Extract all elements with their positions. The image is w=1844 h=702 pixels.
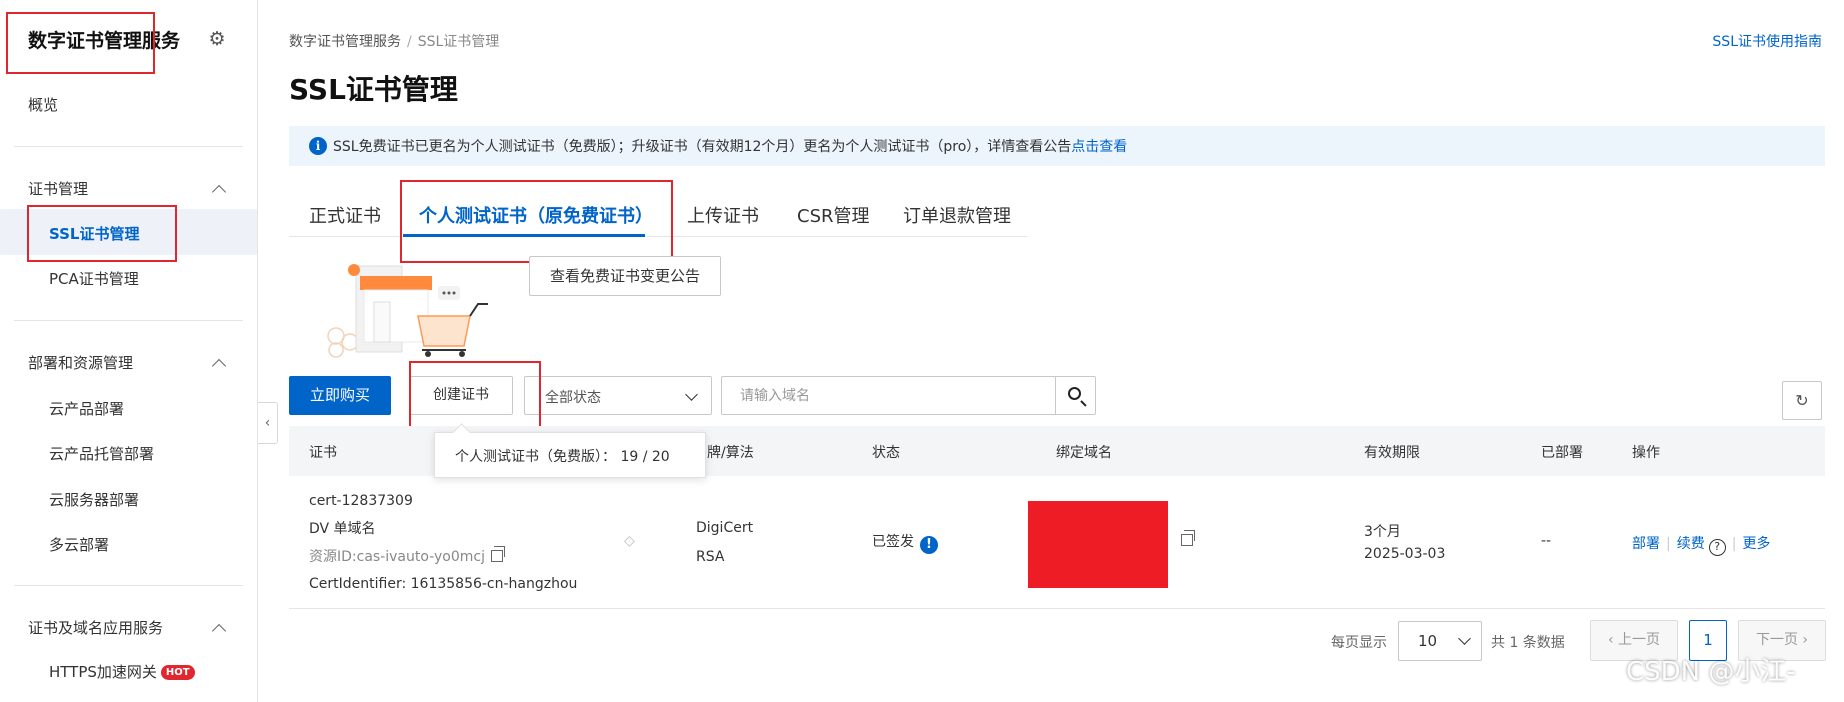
column-header-domain: 绑定域名 [1056, 445, 1112, 461]
cert-status: 已签发! [872, 531, 938, 554]
search-icon [1068, 387, 1081, 400]
prev-page-label: 上一页 [1618, 632, 1661, 648]
row-actions: 部署 | 续费? | 更多 [1632, 533, 1770, 556]
nav-group-deploy[interactable]: 部署和资源管理 [28, 352, 133, 373]
chevron-up-icon[interactable] [212, 356, 226, 370]
sidebar-divider [14, 585, 243, 586]
next-page-label: 下一页 [1755, 632, 1798, 648]
status-select[interactable]: 全部状态 [524, 376, 712, 415]
refresh-button[interactable]: ↻ [1782, 381, 1822, 420]
page-size-select[interactable]: 10 [1398, 621, 1482, 661]
copy-icon[interactable] [490, 546, 505, 562]
chevron-up-icon[interactable] [212, 182, 226, 196]
cert-algorithm: RSA [696, 549, 725, 565]
redacted-domain [1028, 501, 1168, 588]
annotation-box-app-title [6, 12, 155, 74]
sidebar-divider [14, 146, 243, 147]
notice-link[interactable]: 点击查看 [1071, 139, 1127, 155]
table-row: cert-12837309 DV 单域名 资源ID:cas-ivauto-yo0… [289, 476, 1825, 609]
quota-tooltip: 个人测试证书（免费版）： 19 / 20 [434, 432, 706, 478]
app-root: 数字证书管理服务 ⚙ 概览 证书管理 SSL证书管理 PCA证书管理 部署和资源… [0, 0, 1844, 702]
chevron-down-icon [686, 390, 698, 402]
sidebar-item-managed-deploy[interactable]: 云产品托管部署 [49, 443, 154, 464]
column-header-status: 状态 [872, 445, 900, 461]
chevron-right-icon: › [1797, 632, 1809, 648]
copy-icon[interactable] [1181, 530, 1195, 546]
hot-badge: HOT [160, 665, 195, 680]
tab-csr-management[interactable]: CSR管理 [797, 202, 870, 228]
sidebar-divider [14, 320, 243, 321]
column-header-validity: 有效期限 [1364, 445, 1420, 461]
breadcrumb: 数字证书管理服务 / SSL证书管理 [289, 31, 499, 51]
sidebar-item-server-deploy[interactable]: 云服务器部署 [49, 489, 139, 510]
help-icon[interactable]: ? [1708, 539, 1726, 556]
notice-text: SSL免费证书已更名为个人测试证书（免费版）；升级证书（有效期12个月）更名为个… [333, 139, 1072, 155]
tab-formal-cert[interactable]: 正式证书 [309, 202, 381, 228]
search-button[interactable] [1055, 376, 1096, 415]
breadcrumb-current: SSL证书管理 [417, 34, 500, 50]
sidebar-item-label: HTTPS加速网关 [49, 663, 157, 681]
annotation-box-ssl-cert [27, 205, 177, 262]
view-announcement-button[interactable]: 查看免费证书变更公告 [529, 256, 721, 296]
cert-status-text: 已签发 [872, 534, 914, 550]
validity-period: 3个月 [1364, 524, 1401, 540]
sidebar-item-pca-cert[interactable]: PCA证书管理 [49, 268, 139, 289]
chevron-down-icon [1459, 634, 1471, 646]
sidebar-item-multicloud-deploy[interactable]: 多云部署 [49, 534, 109, 555]
sidebar-collapse-handle[interactable]: ‹ [258, 402, 278, 444]
sidebar-item-https-gateway[interactable]: HTTPS加速网关 HOT [49, 661, 195, 682]
cert-type: DV 单域名 [309, 521, 376, 537]
refresh-icon: ↻ [1795, 391, 1809, 410]
buy-now-button[interactable]: 立即购买 [289, 376, 391, 415]
notice-banner: i SSL免费证书已更名为个人测试证书（免费版）；升级证书（有效期12个月）更名… [289, 126, 1825, 166]
resource-id: 资源ID:cas-ivauto-yo0mcj [309, 546, 505, 566]
per-page-label: 每页显示 [1331, 635, 1387, 651]
total-count: 共 1 条数据 [1491, 635, 1565, 651]
renew-action[interactable]: 续费 [1677, 536, 1705, 552]
cert-id: cert-12837309 [309, 493, 413, 509]
more-action[interactable]: 更多 [1742, 536, 1770, 552]
shop-illustration [327, 264, 488, 358]
gear-icon[interactable]: ⚙ [207, 29, 227, 49]
chevron-up-icon[interactable] [212, 621, 226, 635]
action-separator: | [1731, 536, 1737, 552]
action-separator: | [1666, 536, 1671, 552]
cert-brand: DigiCert [696, 520, 754, 536]
resource-id-text: 资源ID:cas-ivauto-yo0mcj [309, 549, 485, 565]
column-header-deployed: 已部署 [1541, 445, 1583, 461]
cert-identifier: CertIdentifier: 16135856-cn-hangzhou [309, 576, 578, 592]
status-select-value: 全部状态 [545, 390, 601, 406]
chevron-left-icon: ‹ [1607, 632, 1619, 648]
watermark: CSDN @小江- [1626, 657, 1796, 687]
column-header-cert: 证书 [309, 445, 337, 461]
nav-group-cert-management[interactable]: 证书管理 [28, 178, 88, 199]
tab-upload-cert[interactable]: 上传证书 [687, 202, 759, 228]
annotation-box-tab [400, 180, 673, 263]
domain-search-input[interactable] [721, 376, 1056, 415]
column-header-actions: 操作 [1632, 445, 1660, 461]
tab-order-refund[interactable]: 订单退款管理 [903, 202, 1011, 228]
info-icon: i [309, 137, 327, 155]
expiry-date: 2025-03-03 [1364, 546, 1446, 562]
deployed-value: -- [1541, 533, 1552, 549]
breadcrumb-separator: / [407, 34, 412, 50]
tag-icon[interactable]: ◇ [624, 533, 638, 549]
page-title: SSL证书管理 [289, 73, 458, 106]
sidebar: 数字证书管理服务 ⚙ 概览 证书管理 SSL证书管理 PCA证书管理 部署和资源… [0, 0, 258, 702]
ssl-guide-link[interactable]: SSL证书使用指南 [1712, 31, 1822, 51]
sidebar-item-cloud-deploy[interactable]: 云产品部署 [49, 398, 124, 419]
domain-copy[interactable] [1175, 530, 1195, 549]
deploy-action[interactable]: 部署 [1632, 536, 1660, 552]
nav-overview[interactable]: 概览 [28, 94, 58, 115]
breadcrumb-root[interactable]: 数字证书管理服务 [289, 34, 401, 50]
nav-group-app-services[interactable]: 证书及域名应用服务 [28, 617, 163, 638]
alert-icon[interactable]: ! [920, 536, 938, 554]
page-size-value: 10 [1418, 632, 1438, 650]
